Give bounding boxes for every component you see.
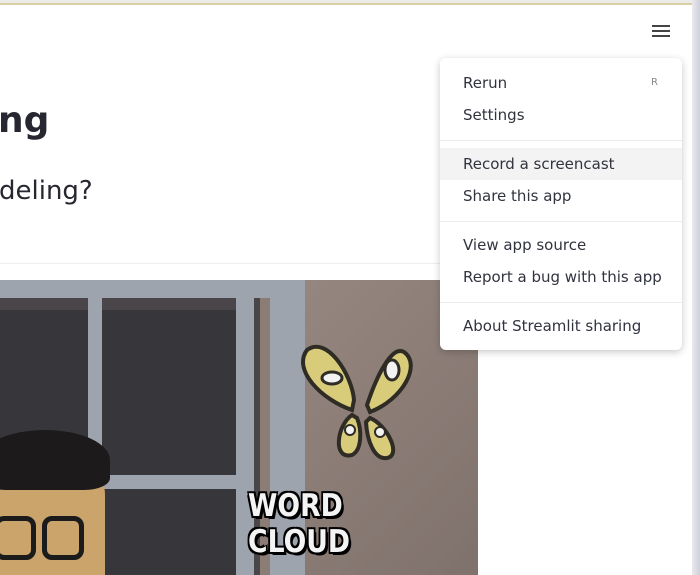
menu-item-about[interactable]: About Streamlit sharing [440, 310, 682, 342]
menu-item-label: Settings [463, 106, 525, 124]
page-title: ng [0, 100, 50, 141]
menu-item-settings[interactable]: Settings [440, 99, 682, 131]
menu-item-report-bug[interactable]: Report a bug with this app [440, 261, 682, 293]
menu-item-label: View app source [463, 236, 587, 254]
menu-divider [440, 221, 682, 222]
image-overlay-text: WORD CLOUD [248, 488, 351, 560]
page-subtitle: deling? [0, 176, 93, 206]
menu-item-share-app[interactable]: Share this app [440, 180, 682, 212]
menu-item-label: Rerun [463, 74, 508, 92]
top-decoration-bar [0, 0, 700, 5]
shortcut-hint: R [651, 77, 658, 88]
meme-image: WORD CLOUD [0, 280, 478, 575]
section-divider [0, 263, 440, 264]
main-menu-dropdown: Rerun R Settings Record a screencast Sha… [440, 58, 682, 350]
menu-item-label: Report a bug with this app [463, 268, 662, 286]
hamburger-menu-icon[interactable] [652, 22, 670, 40]
menu-item-label: Record a screencast [463, 155, 615, 173]
menu-divider [440, 302, 682, 303]
menu-item-label: About Streamlit sharing [463, 317, 642, 335]
menu-item-rerun[interactable]: Rerun R [440, 67, 682, 99]
menu-item-record-screencast[interactable]: Record a screencast [440, 148, 682, 180]
window-scrollbar[interactable] [692, 0, 700, 575]
menu-divider [440, 140, 682, 141]
butterfly-icon [301, 345, 413, 461]
menu-item-label: Share this app [463, 187, 572, 205]
menu-item-view-source[interactable]: View app source [440, 229, 682, 261]
